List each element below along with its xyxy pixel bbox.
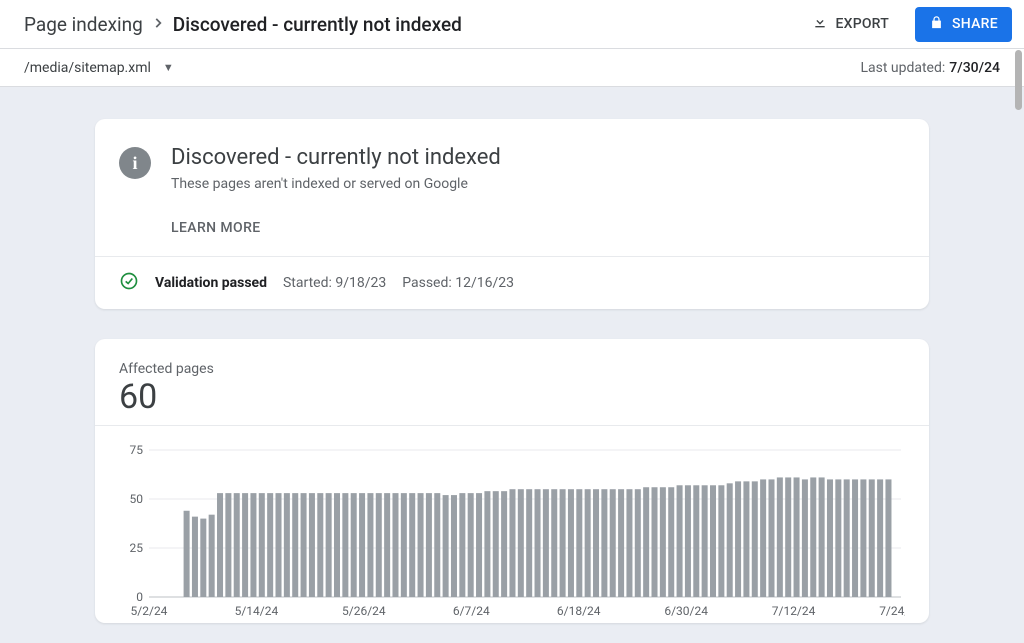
export-label: EXPORT [836,16,889,32]
learn-more-link[interactable]: LEARN MORE [171,220,501,236]
export-button[interactable]: EXPORT [802,8,899,40]
affected-pages-chart: 0 25 50 75 5/2/24 5/14/24 5/26/24 6/7/24 6/18/24… [119,444,905,619]
last-updated-label: Last updated: [860,60,945,76]
content: i Discovered - currently not indexed The… [0,87,1024,623]
breadcrumb-root[interactable]: Page indexing [24,13,143,36]
validation-passed: Passed: 12/16/23 [402,275,514,291]
share-button[interactable]: SHARE [915,7,1012,42]
summary-subtitle: These pages aren't indexed or served on … [171,176,501,192]
svg-text:6/18/24: 6/18/24 [557,604,601,618]
svg-text:5/2/24: 5/2/24 [131,604,168,618]
subbar: /media/sitemap.xml ▼ Last updated: 7/30/… [0,49,1024,87]
affected-pages-value: 60 [95,377,929,425]
svg-text:75: 75 [130,444,144,457]
chevron-right-icon [151,15,165,34]
info-icon: i [119,147,151,179]
svg-text:25: 25 [130,541,144,555]
validation-label: Validation passed [155,275,267,291]
svg-text:0: 0 [136,590,143,604]
validation-started: Started: 9/18/23 [283,275,386,291]
summary-card: i Discovered - currently not indexed The… [95,119,929,309]
svg-text:5/14/24: 5/14/24 [235,604,279,618]
summary-title: Discovered - currently not indexed [171,145,501,170]
svg-text:7/24/24: 7/24/24 [879,604,905,618]
affected-pages-label: Affected pages [95,361,929,377]
breadcrumb-leaf: Discovered - currently not indexed [173,13,462,36]
sitemap-value: /media/sitemap.xml [24,60,151,76]
svg-text:5/26/24: 5/26/24 [342,604,386,618]
last-updated-date: 7/30/24 [949,60,1000,76]
svg-text:7/12/24: 7/12/24 [772,604,816,618]
svg-text:50: 50 [130,492,144,506]
svg-text:6/30/24: 6/30/24 [664,604,708,618]
check-circle-icon [119,271,139,295]
header: Page indexing Discovered - currently not… [0,0,1024,49]
download-icon [812,14,828,34]
chart-card: Affected pages 60 0 25 50 75 5/2/24 5/14/24 5/… [95,339,929,623]
caret-down-icon: ▼ [163,61,174,74]
share-label: SHARE [952,16,998,32]
lock-icon [929,15,944,34]
sitemap-dropdown[interactable]: /media/sitemap.xml ▼ [24,60,174,76]
validation-row: Validation passed Started: 9/18/23 Passe… [95,256,929,309]
scrollbar[interactable] [1015,50,1022,110]
svg-text:6/7/24: 6/7/24 [453,604,490,618]
